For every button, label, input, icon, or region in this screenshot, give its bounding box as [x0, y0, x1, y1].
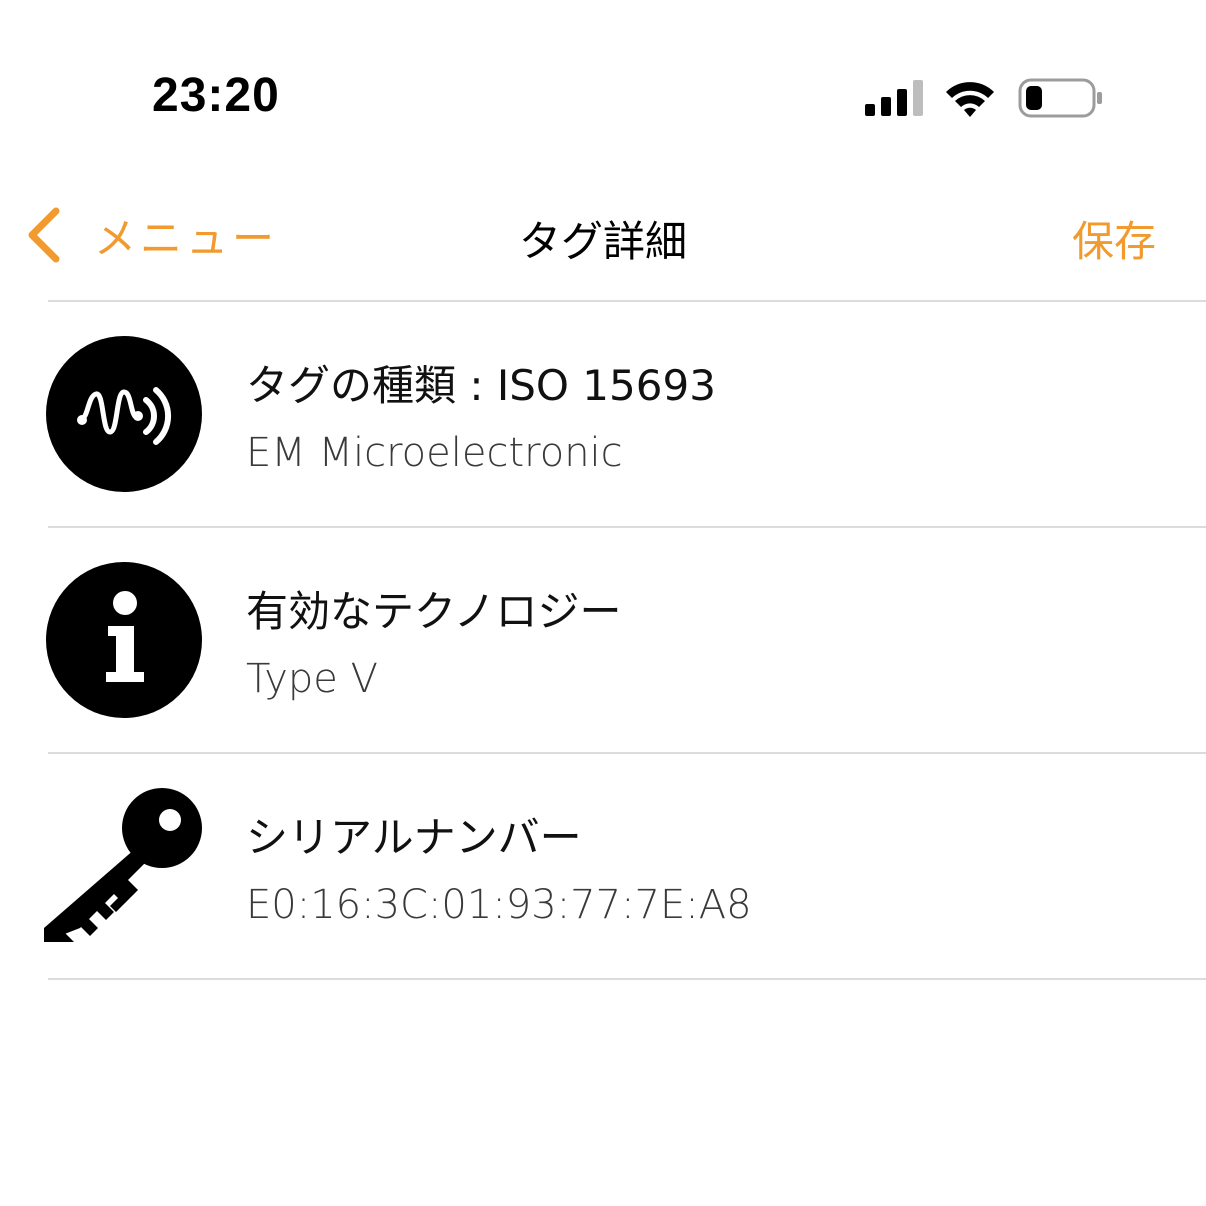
divider: [48, 978, 1206, 980]
tag-details-screen: 23:20 メニュー タグ詳細 保存 タグの種類 : ISO 15693 EM …: [0, 0, 1206, 1206]
wifi-icon: [946, 82, 994, 117]
list-item-technology: 有効なテクノロジー Type V: [0, 528, 1206, 752]
serial-number-value: E0:16:3C:01:93:77:7E:A8: [246, 882, 752, 928]
save-button[interactable]: 保存: [1072, 208, 1156, 269]
tag-type-title: タグの種類 : ISO 15693: [246, 361, 716, 410]
key-icon: [44, 788, 202, 942]
serial-number-title: シリアルナンバー: [246, 813, 582, 862]
cellular-signal-icon: [865, 80, 923, 116]
list-item-tag-type: タグの種類 : ISO 15693 EM Microelectronic: [0, 302, 1206, 526]
status-time: 23:20: [152, 69, 280, 122]
page-title: タグ詳細: [518, 217, 687, 266]
tag-type-manufacturer: EM Microelectronic: [246, 430, 623, 476]
technology-value: Type V: [246, 656, 378, 702]
nfc-tag-icon: [46, 336, 202, 492]
info-icon: [46, 562, 202, 718]
battery-icon: [1018, 78, 1102, 118]
technology-title: 有効なテクノロジー: [246, 587, 622, 636]
list-item-serial-number: シリアルナンバー E0:16:3C:01:93:77:7E:A8: [0, 754, 1206, 978]
